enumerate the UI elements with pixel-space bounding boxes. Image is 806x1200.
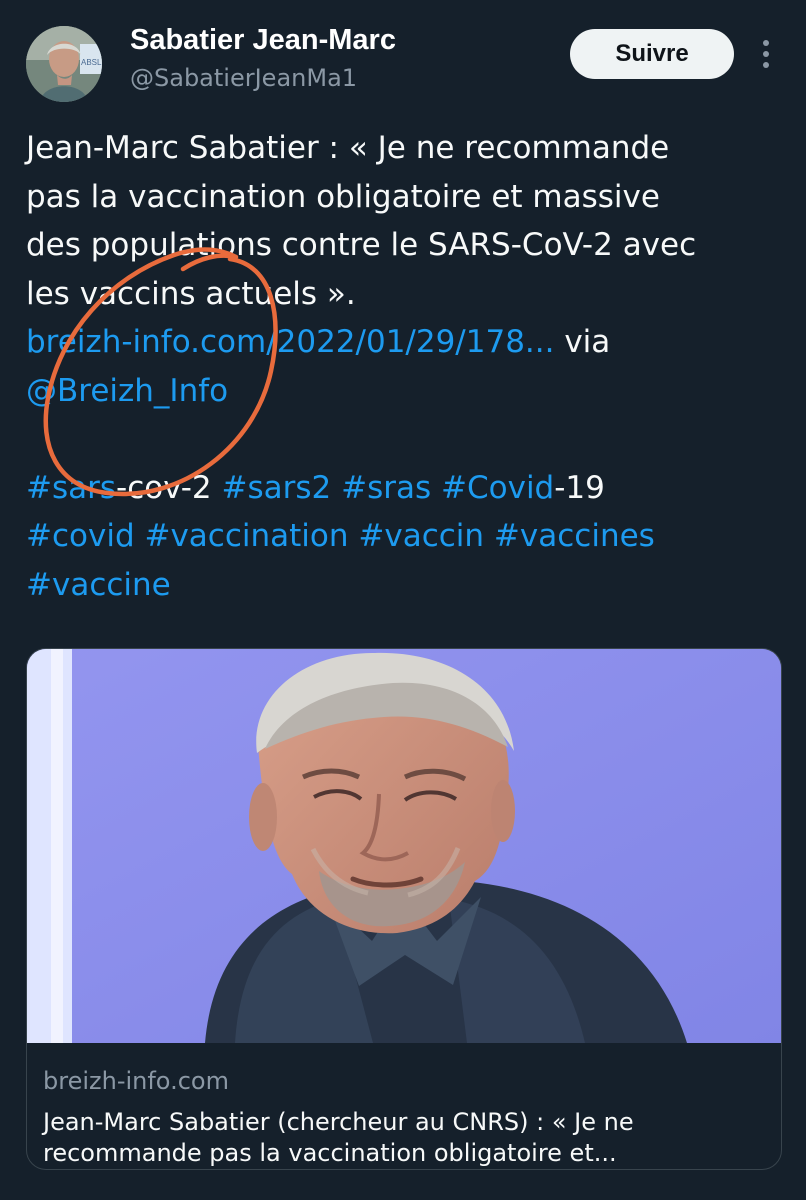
tweet-text-line: Jean-Marc Sabatier : « Je ne recommande: [26, 130, 670, 166]
hashtag-sras[interactable]: #sras: [341, 470, 431, 506]
tweet-text-line: pas la vaccination obligatoire et massiv…: [26, 178, 660, 215]
vertical-ellipsis-icon: [763, 40, 769, 46]
hashtag-sars[interactable]: #sars: [26, 470, 116, 506]
link-preview-card[interactable]: breizh-info.com Jean-Marc Sabatier (cher…: [26, 648, 782, 1170]
hashtag-covid[interactable]: #covid: [26, 518, 135, 554]
tweet-text-line: les vaccins actuels ».: [26, 275, 356, 312]
tweet-text: Jean-Marc Sabatier : « Je ne recommande …: [26, 124, 786, 609]
hashtag-sars2[interactable]: #sars2: [222, 470, 332, 506]
follow-button[interactable]: Suivre: [570, 29, 734, 79]
vertical-ellipsis-icon: [763, 51, 769, 57]
link-preview-image: [27, 649, 781, 1043]
mention-line: @Breizh_Info: [26, 367, 786, 416]
link-preview-title: Jean-Marc Sabatier (chercheur au CNRS) :…: [43, 1107, 773, 1169]
more-options-button[interactable]: [754, 38, 778, 70]
link-preview-title-line: Jean-Marc Sabatier (chercheur au CNRS) :…: [43, 1108, 634, 1136]
hashtags-line: #sars-cov-2 #sars2 #sras #Covid-19: [26, 464, 786, 513]
profile-name[interactable]: Sabatier Jean-Marc: [130, 24, 396, 57]
profile-photo-icon: ABSL: [26, 26, 102, 102]
via-text: via: [554, 324, 611, 360]
hashtag-covid-capitalized[interactable]: #Covid: [441, 470, 554, 506]
breizh-info-mention[interactable]: @Breizh_Info: [26, 373, 228, 409]
tweet-text-line: des populations contre le SARS-CoV-2 ave…: [26, 227, 697, 263]
vertical-ellipsis-icon: [763, 62, 769, 68]
profile-avatar[interactable]: ABSL: [26, 26, 102, 102]
hashtag-vaccin[interactable]: #vaccin: [358, 518, 484, 554]
link-preview-title-line: recommande pas la vaccination obligatoir…: [43, 1139, 617, 1167]
hashtag-vaccination[interactable]: #vaccination: [144, 518, 348, 554]
hashtag-vaccine[interactable]: #vaccine: [26, 567, 171, 603]
empty-line: [26, 415, 786, 464]
svg-text:ABSL: ABSL: [81, 58, 102, 67]
hashtags-line: #covid #vaccination #vaccin #vaccines: [26, 512, 786, 561]
tweet-link-line: breizh-info.com/2022/01/29/178... via: [26, 318, 786, 367]
profile-handle[interactable]: @SabatierJeanMa1: [130, 64, 357, 92]
hashtags-line: #vaccine: [26, 561, 786, 610]
hashtag-suffix: -19: [554, 469, 605, 506]
portrait-photo-icon: [27, 649, 781, 1043]
article-link[interactable]: breizh-info.com/2022/01/29/178...: [26, 324, 554, 360]
hashtag-suffix: -cov-2: [116, 469, 212, 506]
hashtag-vaccines[interactable]: #vaccines: [494, 518, 655, 554]
link-preview-domain: breizh-info.com: [43, 1067, 229, 1095]
tweet-post: ABSL Sabatier Jean-Marc @SabatierJeanMa1…: [0, 0, 806, 1200]
